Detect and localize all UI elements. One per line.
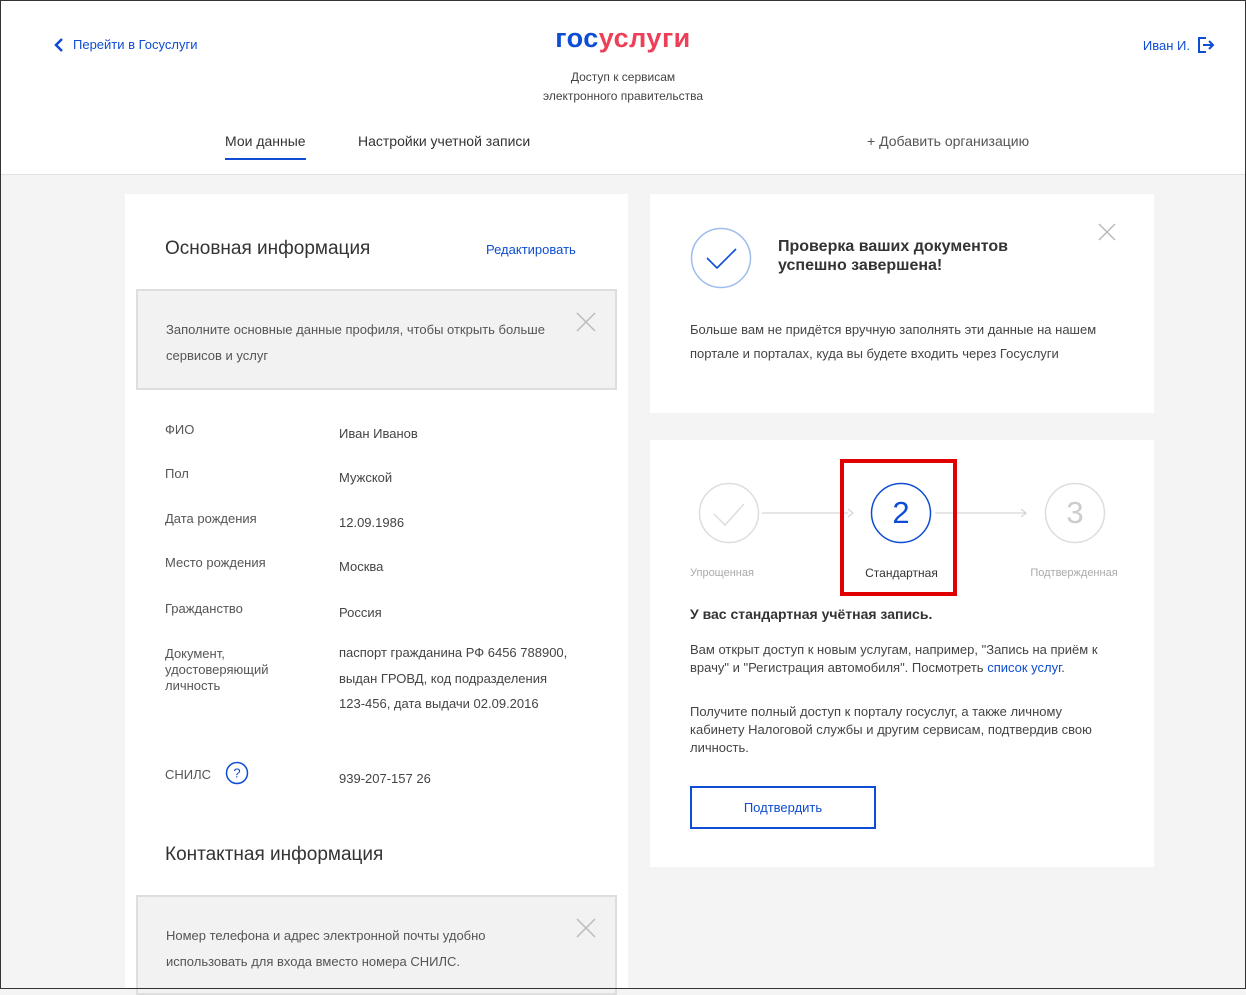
logo-part-uslugi: услуги — [598, 23, 691, 53]
field-value-gender: Мужской — [339, 470, 393, 485]
step-3-number: 3 — [1066, 495, 1084, 530]
field-value-identity-document: паспорт гражданина РФ 6456 788900, выдан… — [339, 645, 568, 711]
svg-text:?: ? — [233, 766, 240, 781]
tab-account-settings[interactable]: Настройки учетной записи — [358, 133, 530, 149]
page-header: Перейти в Госуслуги госуслуги Доступ к с… — [1, 1, 1245, 175]
edit-link[interactable]: Редактировать — [486, 242, 576, 257]
subtitle-line-1: Доступ к сервисам — [570, 70, 676, 84]
account-level-description: Вам открыт доступ к новым услугам, напри… — [690, 641, 1120, 677]
field-label-snils: СНИЛС — [165, 767, 212, 782]
field-label-gender: Пол — [165, 466, 189, 481]
user-menu[interactable]: Иван И. — [1143, 37, 1215, 53]
step-3-label: Подтвержденная — [1030, 567, 1118, 579]
logo-part-gos: гос — [555, 23, 599, 53]
field-value-birthdate: 12.09.1986 — [339, 515, 405, 530]
field-value-snils: 939-207-157 26 — [339, 771, 431, 786]
verification-success-card: Проверка ваших документов успешно заверш… — [650, 194, 1154, 413]
add-organization-link[interactable]: + Добавить организацию — [867, 133, 1029, 149]
close-icon[interactable] — [1097, 222, 1117, 242]
field-value-birthplace: Москва — [339, 559, 384, 574]
step-3-circle: 3 — [1044, 482, 1106, 544]
personal-info-card: Основная информация Редактировать Заполн… — [125, 194, 628, 995]
subtitle-line-2: электронного правительства — [542, 89, 704, 103]
header-subtitle: Доступ к сервисам электронного правитель… — [1, 68, 1245, 106]
step-1-check-icon — [698, 482, 760, 544]
field-label-birthplace: Место рождения — [165, 555, 266, 570]
basic-info-title: Основная информация — [165, 238, 371, 259]
field-value-fio: Иван Иванов — [339, 426, 418, 441]
account-level-card: 2 3 Упрощенная Стандартная Подтвержденна… — [650, 440, 1154, 867]
field-label-citizenship: Гражданство — [165, 601, 243, 616]
services-list-link[interactable]: список услуг — [987, 660, 1061, 675]
gosuslugi-logo[interactable]: госуслуги — [1, 23, 1245, 54]
help-icon[interactable]: ? — [225, 761, 249, 785]
user-name: Иван И. — [1142, 37, 1190, 53]
contact-info-title: Контактная информация — [165, 844, 384, 865]
logout-icon[interactable] — [1198, 37, 1215, 53]
account-level-upgrade-text: Получите полный доступ к порталу госуслу… — [690, 704, 1092, 755]
field-label-fio: ФИО — [165, 422, 195, 437]
profile-notice: Заполните основные данные профиля, чтобы… — [136, 289, 617, 390]
profile-notice-text: Заполните основные данные профиля, чтобы… — [166, 322, 545, 363]
tab-my-data[interactable]: Мои данные — [225, 133, 306, 160]
close-icon[interactable] — [575, 311, 597, 333]
account-level-description-end: . — [1061, 660, 1065, 675]
current-step-highlight — [840, 459, 957, 596]
account-level-title: У вас стандартная учётная запись. — [690, 606, 933, 622]
close-icon[interactable] — [575, 917, 597, 939]
field-value-citizenship: Россия — [339, 605, 382, 620]
check-circle-icon — [690, 227, 752, 289]
verification-title: Проверка ваших документов успешно заверш… — [778, 238, 1008, 274]
field-label-identity-document: Документ, удостоверяющий личность — [165, 646, 269, 693]
verification-text: Больше вам не придётся вручную заполнять… — [690, 322, 1097, 361]
field-label-birthdate: Дата рождения — [165, 511, 257, 526]
contact-notice-text: Номер телефона и адрес электронной почты… — [166, 928, 486, 969]
confirm-identity-button[interactable]: Подтвердить — [690, 786, 876, 829]
step-1-label: Упрощенная — [690, 567, 754, 579]
contact-notice: Номер телефона и адрес электронной почты… — [136, 895, 617, 995]
